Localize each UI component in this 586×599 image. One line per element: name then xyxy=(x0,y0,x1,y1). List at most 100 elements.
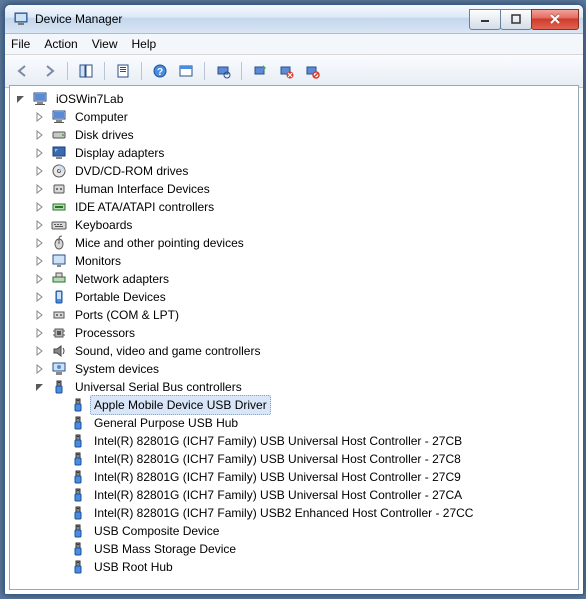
expander-icon[interactable] xyxy=(33,200,47,214)
back-button[interactable] xyxy=(11,59,35,83)
expander-icon[interactable] xyxy=(33,164,47,178)
sound-icon xyxy=(51,343,67,359)
tree-scroll[interactable]: iOSWin7LabComputerDisk drivesDisplay ada… xyxy=(10,86,578,589)
tree-root[interactable]: iOSWin7Lab xyxy=(14,90,578,108)
expander-icon[interactable] xyxy=(33,344,47,358)
tree-item-label: Intel(R) 82801G (ICH7 Family) USB Univer… xyxy=(90,467,465,487)
expander-icon[interactable] xyxy=(33,182,47,196)
device-manager-window: Device Manager File Action View Help ? i… xyxy=(4,4,584,595)
tree-category[interactable]: Portable Devices xyxy=(14,288,578,306)
expander-icon[interactable] xyxy=(33,308,47,322)
minimize-button[interactable] xyxy=(469,9,501,30)
tree-item-label: System devices xyxy=(71,359,163,379)
tree-device[interactable]: USB Root Hub xyxy=(14,558,578,576)
expander-icon[interactable] xyxy=(33,218,47,232)
close-button[interactable] xyxy=(531,9,579,30)
tree-category[interactable]: Sound, video and game controllers xyxy=(14,342,578,360)
expander-icon[interactable] xyxy=(33,272,47,286)
expander-icon[interactable] xyxy=(14,92,28,106)
mouse-icon xyxy=(51,235,67,251)
usb-icon xyxy=(70,559,86,575)
tree-category[interactable]: Keyboards xyxy=(14,216,578,234)
tree-category[interactable]: Human Interface Devices xyxy=(14,180,578,198)
tree-category-usb[interactable]: Universal Serial Bus controllers xyxy=(14,378,578,396)
display-icon xyxy=(51,145,67,161)
tree-device[interactable]: Intel(R) 82801G (ICH7 Family) USB Univer… xyxy=(14,486,578,504)
tree-category[interactable]: DVD/CD-ROM drives xyxy=(14,162,578,180)
tree-category[interactable]: Monitors xyxy=(14,252,578,270)
action-button[interactable] xyxy=(174,59,198,83)
tree-item-label: Mice and other pointing devices xyxy=(71,233,248,253)
tree-category[interactable]: Mice and other pointing devices xyxy=(14,234,578,252)
tree-device[interactable]: Apple Mobile Device USB Driver xyxy=(14,396,578,414)
svg-text:?: ? xyxy=(157,67,163,78)
expander-icon[interactable] xyxy=(33,146,47,160)
tree-category[interactable]: System devices xyxy=(14,360,578,378)
toolbar-separator xyxy=(204,62,205,80)
tree-item-label: Sound, video and game controllers xyxy=(71,341,264,361)
network-icon xyxy=(51,271,67,287)
uninstall-button[interactable] xyxy=(274,59,298,83)
tree-device[interactable]: USB Composite Device xyxy=(14,522,578,540)
scan-hardware-button[interactable] xyxy=(211,59,235,83)
tree-item-label: Ports (COM & LPT) xyxy=(71,305,183,325)
forward-button[interactable] xyxy=(37,59,61,83)
tree-item-label: Intel(R) 82801G (ICH7 Family) USB2 Enhan… xyxy=(90,503,477,523)
tree-category[interactable]: Processors xyxy=(14,324,578,342)
toolbar-separator xyxy=(104,62,105,80)
tree-item-label: Portable Devices xyxy=(71,287,170,307)
tree-device[interactable]: Intel(R) 82801G (ICH7 Family) USB Univer… xyxy=(14,432,578,450)
computer-icon xyxy=(51,109,67,125)
tree-item-label: iOSWin7Lab xyxy=(52,89,127,109)
maximize-button[interactable] xyxy=(500,9,532,30)
tree-device[interactable]: Intel(R) 82801G (ICH7 Family) USB2 Enhan… xyxy=(14,504,578,522)
tree-item-label: IDE ATA/ATAPI controllers xyxy=(71,197,218,217)
app-icon xyxy=(13,11,29,27)
menu-file[interactable]: File xyxy=(11,37,30,51)
tree-category[interactable]: IDE ATA/ATAPI controllers xyxy=(14,198,578,216)
expander-icon[interactable] xyxy=(33,326,47,340)
expander-icon[interactable] xyxy=(33,380,47,394)
usb-icon xyxy=(51,379,67,395)
tree-category[interactable]: Ports (COM & LPT) xyxy=(14,306,578,324)
tree-item-label: Human Interface Devices xyxy=(71,179,214,199)
titlebar[interactable]: Device Manager xyxy=(5,5,583,34)
help-button[interactable]: ? xyxy=(148,59,172,83)
disable-button[interactable] xyxy=(300,59,324,83)
expander-icon[interactable] xyxy=(33,290,47,304)
tree-category[interactable]: Computer xyxy=(14,108,578,126)
tree-device[interactable]: General Purpose USB Hub xyxy=(14,414,578,432)
tree-device[interactable]: Intel(R) 82801G (ICH7 Family) USB Univer… xyxy=(14,450,578,468)
expander-icon[interactable] xyxy=(33,236,47,250)
tree-item-label: Monitors xyxy=(71,251,125,271)
show-hide-tree-button[interactable] xyxy=(74,59,98,83)
tree-device[interactable]: Intel(R) 82801G (ICH7 Family) USB Univer… xyxy=(14,468,578,486)
properties-button[interactable] xyxy=(111,59,135,83)
update-driver-button[interactable] xyxy=(248,59,272,83)
menu-view[interactable]: View xyxy=(92,37,118,51)
tree-item-label: Intel(R) 82801G (ICH7 Family) USB Univer… xyxy=(90,485,466,505)
expander-icon[interactable] xyxy=(33,254,47,268)
toolbar: ? xyxy=(5,55,583,88)
tree-category[interactable]: Disk drives xyxy=(14,126,578,144)
hid-icon xyxy=(51,181,67,197)
expander-icon[interactable] xyxy=(33,362,47,376)
tree-item-label: DVD/CD-ROM drives xyxy=(71,161,192,181)
tree-category[interactable]: Network adapters xyxy=(14,270,578,288)
menu-action[interactable]: Action xyxy=(44,37,77,51)
ports-icon xyxy=(51,307,67,323)
tree-device[interactable]: USB Mass Storage Device xyxy=(14,540,578,558)
window-title: Device Manager xyxy=(35,12,470,26)
tree-item-label: Disk drives xyxy=(71,125,138,145)
toolbar-separator xyxy=(241,62,242,80)
expander-icon[interactable] xyxy=(33,110,47,124)
usb-icon xyxy=(70,541,86,557)
expander-icon[interactable] xyxy=(33,128,47,142)
tree-item-label: General Purpose USB Hub xyxy=(90,413,242,433)
tree-item-label: USB Composite Device xyxy=(90,521,223,541)
menu-help[interactable]: Help xyxy=(132,37,157,51)
tree-category[interactable]: Display adapters xyxy=(14,144,578,162)
window-buttons xyxy=(470,9,579,30)
tree-item-label: Universal Serial Bus controllers xyxy=(71,377,246,397)
disk-icon xyxy=(51,127,67,143)
